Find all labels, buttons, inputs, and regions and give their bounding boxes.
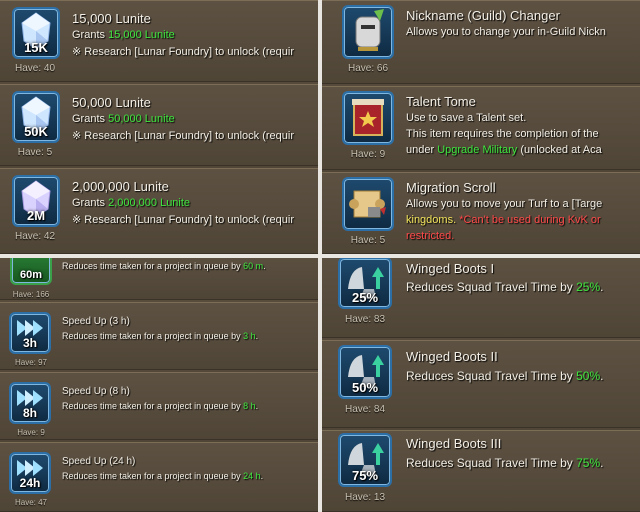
item-description-line2: kingdoms. *Can't be used during KvK or bbox=[406, 214, 601, 226]
boots-percent-badge: 75% bbox=[351, 468, 379, 483]
item-description: Reduces time taken for a project in queu… bbox=[62, 261, 266, 271]
speedup-panel: 60m Have: 166 Reduces time taken for a p… bbox=[0, 258, 318, 512]
lunite-amount-badge: 2M bbox=[26, 208, 46, 223]
have-count: Have: 97 bbox=[14, 358, 48, 367]
item-grants: Grants 50,000 Lunite bbox=[72, 113, 175, 125]
item-description: Reduces time taken for a project in queu… bbox=[62, 401, 259, 411]
item-description-line3: under Upgrade Military (unlocked at Aca bbox=[406, 144, 602, 156]
have-count: Have: 84 bbox=[344, 404, 386, 415]
item-description: Reduces Squad Travel Time by 75%. bbox=[406, 456, 604, 470]
winged-boot-icon: 50% bbox=[338, 345, 392, 399]
speedup-duration-badge: 60m bbox=[19, 269, 43, 281]
item-description: Reduces time taken for a project in queu… bbox=[62, 471, 264, 481]
item-grants: Grants 2,000,000 Lunite bbox=[72, 197, 191, 209]
item-title: 15,000 Lunite bbox=[72, 11, 151, 26]
speedup-icon: 3h bbox=[9, 312, 51, 354]
have-count: Have: 66 bbox=[347, 63, 389, 74]
lunite-item-15k[interactable]: 15K Have: 40 15,000 Lunite Grants 15,000… bbox=[0, 0, 318, 82]
item-description-line1: Use to save a Talent set. bbox=[406, 112, 527, 124]
speedup-icon: 60m bbox=[10, 258, 52, 285]
winged-boot-icon: 25% bbox=[338, 258, 392, 309]
lunite-item-50k[interactable]: 50K Have: 5 50,000 Lunite Grants 50,000 … bbox=[0, 84, 318, 166]
speedup-icon: 8h bbox=[9, 382, 51, 424]
lunite-panel: 15K Have: 40 15,000 Lunite Grants 15,000… bbox=[0, 0, 318, 254]
speedup-duration-badge: 8h bbox=[22, 406, 37, 420]
have-count: Have: 5 bbox=[17, 147, 53, 158]
lunite-crystal-icon: 50K bbox=[12, 91, 60, 143]
item-title: Winged Boots III bbox=[406, 436, 502, 451]
item-title: Speed Up (24 h) bbox=[62, 456, 136, 467]
special-items-panel: Have: 66 Nickname (Guild) Changer Allows… bbox=[322, 0, 640, 254]
have-count: Have: 42 bbox=[14, 231, 56, 242]
item-title: Talent Tome bbox=[406, 94, 476, 109]
winged-boots-panel: 25% Have: 83 Winged Boots I Reduces Squa… bbox=[322, 258, 640, 512]
lunite-crystal-icon: 15K bbox=[12, 7, 60, 59]
lunite-amount-badge: 15K bbox=[24, 40, 48, 55]
talent-tome-item[interactable]: Have: 9 Talent Tome Use to save a Talent… bbox=[322, 86, 640, 170]
item-requirement: ※ Research [Lunar Foundry] to unlock (re… bbox=[72, 214, 294, 226]
speedup-item-24h[interactable]: 24h Have: 47 Speed Up (24 h) Reduces tim… bbox=[0, 442, 318, 512]
winged-boots-item-3[interactable]: 75% Have: 13 Winged Boots III Reduces Sq… bbox=[322, 430, 640, 512]
item-title: Migration Scroll bbox=[406, 180, 496, 195]
speedup-duration-badge: 24h bbox=[19, 476, 41, 490]
winged-boots-item-2[interactable]: 50% Have: 84 Winged Boots II Reduces Squ… bbox=[322, 340, 640, 428]
item-description-line3: restricted. bbox=[406, 230, 455, 242]
book-icon bbox=[342, 91, 394, 145]
speedup-item-3h[interactable]: 3h Have: 97 Speed Up (3 h) Reduces time … bbox=[0, 302, 318, 370]
item-description: Reduces time taken for a project in queu… bbox=[62, 331, 259, 341]
item-description-line1: Allows you to move your Turf to a [Targe bbox=[406, 198, 603, 210]
item-description: Reduces Squad Travel Time by 50%. bbox=[406, 369, 604, 383]
have-count: Have: 83 bbox=[344, 314, 386, 325]
speedup-item-8h[interactable]: 8h Have: 9 Speed Up (8 h) Reduces time t… bbox=[0, 372, 318, 440]
scroll-icon bbox=[342, 177, 394, 231]
item-title: Winged Boots I bbox=[406, 261, 495, 276]
item-title: Speed Up (3 h) bbox=[62, 316, 130, 327]
nickname-changer-item[interactable]: Have: 66 Nickname (Guild) Changer Allows… bbox=[322, 0, 640, 84]
item-title: Winged Boots II bbox=[406, 349, 498, 364]
item-requirement: ※ Research [Lunar Foundry] to unlock (re… bbox=[72, 130, 294, 142]
item-description: Allows you to change your in-Guild Nickn bbox=[406, 26, 606, 38]
winged-boots-item-1[interactable]: 25% Have: 83 Winged Boots I Reduces Squa… bbox=[322, 258, 640, 338]
item-title: Nickname (Guild) Changer bbox=[406, 8, 560, 23]
have-count: Have: 13 bbox=[344, 492, 386, 503]
item-grants: Grants 15,000 Lunite bbox=[72, 29, 175, 41]
item-requirement: ※ Research [Lunar Foundry] to unlock (re… bbox=[72, 46, 294, 58]
item-description: Reduces Squad Travel Time by 25%. bbox=[406, 280, 604, 294]
have-count: Have: 5 bbox=[350, 235, 386, 246]
speedup-item-60m[interactable]: 60m Have: 166 Reduces time taken for a p… bbox=[0, 258, 318, 300]
helmet-icon bbox=[342, 5, 394, 59]
have-count: Have: 47 bbox=[14, 498, 48, 507]
lunite-crystal-icon: 2M bbox=[12, 175, 60, 227]
have-count: Have: 9 bbox=[350, 149, 386, 160]
lunite-amount-badge: 50K bbox=[24, 124, 48, 139]
item-description-line2: This item requires the completion of the bbox=[406, 128, 599, 140]
speedup-duration-badge: 3h bbox=[22, 336, 37, 350]
speedup-icon: 24h bbox=[9, 452, 51, 494]
have-count: Have: 40 bbox=[14, 63, 56, 74]
lunite-item-2m[interactable]: 2M Have: 42 2,000,000 Lunite Grants 2,00… bbox=[0, 168, 318, 254]
item-title: 50,000 Lunite bbox=[72, 95, 151, 110]
boots-percent-badge: 50% bbox=[351, 380, 379, 395]
migration-scroll-item[interactable]: Have: 5 Migration Scroll Allows you to m… bbox=[322, 172, 640, 254]
item-title: Speed Up (8 h) bbox=[62, 386, 130, 397]
item-title: 2,000,000 Lunite bbox=[72, 179, 169, 194]
winged-boot-icon: 75% bbox=[338, 433, 392, 487]
have-count: Have: 166 bbox=[12, 290, 50, 299]
have-count: Have: 9 bbox=[17, 428, 45, 437]
boots-percent-badge: 25% bbox=[351, 290, 379, 305]
